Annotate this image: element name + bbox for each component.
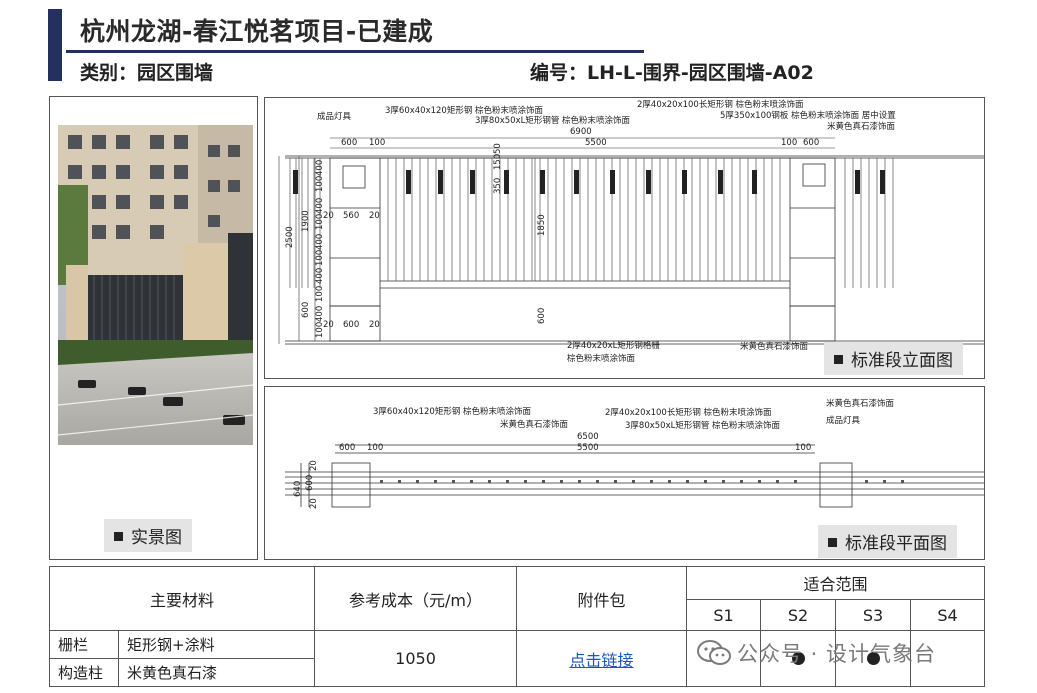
plan-panel: 3厚60x40x120矩形钢 棕色粉末喷涂饰面 米黄色真石漆饰面 2厚40x20… [264,386,985,560]
category-label: 类别：园区围墙 [80,62,214,84]
photo-label-chip: 实景图 [104,519,192,552]
scope-col-s4: S4 [910,599,986,631]
dim-v400d: 400 [315,267,325,284]
dim-2500: 2500 [285,226,295,248]
scope-col-s3: S3 [835,599,912,631]
dim-6900: 6900 [570,127,592,137]
header-cost: 参考成本（元/m） [314,566,518,631]
photo-panel: 实景图 [49,96,258,560]
plan-annotation-steel-60: 3厚60x40x120矩形钢 棕色粉末喷涂饰面 [373,407,532,417]
dim-150: 150 [493,153,503,170]
title-underline [66,50,644,53]
scope-col-s2: S2 [760,599,837,631]
plan-annotation-paint: 米黄色真石漆饰面 [500,420,569,430]
dim-600m: 600 [537,307,547,324]
material-table: 主要材料 参考成本（元/m） 附件包 适合范围 S1 S2 S3 S4 栅栏 矩… [48,566,986,687]
annotation-steel-40-100: 2厚40x20x100长矩形钢 棕色粉末喷涂饰面 [637,100,804,110]
dim-v100a: 100 [315,175,325,192]
header-package: 附件包 [516,566,688,631]
plan-dim-100a: 100 [367,443,384,453]
dim-350: 350 [493,177,503,194]
page-title: 杭州龙湖-春江悦茗项目-已建成 [80,17,434,46]
elevation-panel: 成品灯具 3厚60x40x120矩形钢 棕色粉末喷涂饰面 3厚80x50xL矩形… [264,97,985,379]
header-scope: 适合范围 [686,566,986,600]
watermark: 公众号 · 设计气象台 [697,638,936,668]
site-photo [58,125,253,445]
plan-dim-20a: 20 [309,460,319,471]
square-bullet-icon [114,532,123,541]
plan-annotation-steel-40-100: 2厚40x20x100长矩形钢 棕色粉末喷涂饰面 [605,408,772,418]
square-bullet-icon [828,538,837,547]
plan-dim-640: 640 [293,480,303,497]
plan-label-chip: 标准段平面图 [818,525,957,558]
annotation-grille-1: 2厚40x20xL矩形钢格栅 [567,341,660,351]
dim-560: 560 [343,211,360,221]
plan-dim-100b: 100 [795,443,812,453]
annotation-grille-2: 棕色粉末喷涂饰面 [567,354,636,364]
dim-v400a: 400 [315,159,325,176]
annotation-lamp: 成品灯具 [317,112,352,122]
watermark-text: 公众号 · 设计气象台 [737,642,937,666]
plan-annotation-paint-right: 米黄色真石漆饰面 [826,399,895,409]
dim-600c: 600 [343,320,360,330]
plan-dim-600: 600 [339,443,356,453]
dim-v400b: 400 [315,197,325,214]
dim-600a: 600 [341,138,358,148]
annotation-paint-top: 米黄色真石漆饰面 [827,122,896,132]
annotation-paint-bottom: 米黄色真石漆饰面 [740,342,809,352]
plan-annotation-lamp: 成品灯具 [826,416,861,426]
wechat-icon [697,640,731,665]
dim-600b: 600 [803,138,820,148]
dim-1900: 1900 [301,210,311,232]
dim-v100e: 100 [315,321,325,338]
annotation-steel-80: 3厚80x50xL矩形钢管 棕色粉末喷涂饰面 [475,116,631,126]
header-material: 主要材料 [48,566,316,631]
elevation-label-chip: 标准段立面图 [824,342,963,375]
dim-100b: 100 [781,138,798,148]
dim-v100c: 100 [315,249,325,266]
dim-v100d: 100 [315,285,325,302]
photo-label-text: 实景图 [131,528,182,548]
dim-v400e: 400 [315,305,325,322]
plan-dim-5500: 5500 [577,443,599,453]
dim-1850: 1850 [537,214,547,236]
dim-20b: 20 [369,211,380,221]
package-link[interactable]: 点击链接 [570,651,634,670]
annotation-steel-plate: 5厚350x100钢板 棕色粉末喷涂饰面 居中设置 [720,111,896,121]
row-material-column: 米黄色真石漆 [117,658,316,687]
row-item-column: 构造柱 [49,658,119,687]
row-material-fence: 矩形钢+涂料 [117,630,316,659]
dim-v100b: 100 [315,213,325,230]
dim-50: 50 [493,143,503,154]
dim-100a: 100 [369,138,386,148]
package-cell: 点击链接 [516,630,688,687]
square-bullet-icon [834,355,843,364]
elevation-label-text: 标准段立面图 [851,351,953,371]
code-label: 编号：LH-L-围界-园区围墙-A02 [530,62,814,84]
dim-5500: 5500 [585,138,607,148]
plan-dim-600v: 600 [305,474,315,491]
header-accent-bar [48,9,62,81]
plan-dim-6500: 6500 [577,432,599,442]
dim-600v: 600 [301,301,311,318]
row-item-fence: 栅栏 [49,630,119,659]
dim-v400c: 400 [315,233,325,250]
dim-20d: 20 [369,320,380,330]
plan-annotation-steel-80: 3厚80x50xL矩形钢管 棕色粉末喷涂饰面 [625,421,781,431]
cost-value: 1050 [314,630,518,687]
annotation-steel-60: 3厚60x40x120矩形钢 棕色粉末喷涂饰面 [385,106,544,116]
plan-dim-20b: 20 [309,498,319,509]
plan-label-text: 标准段平面图 [845,534,947,554]
scope-col-s1: S1 [686,599,762,631]
